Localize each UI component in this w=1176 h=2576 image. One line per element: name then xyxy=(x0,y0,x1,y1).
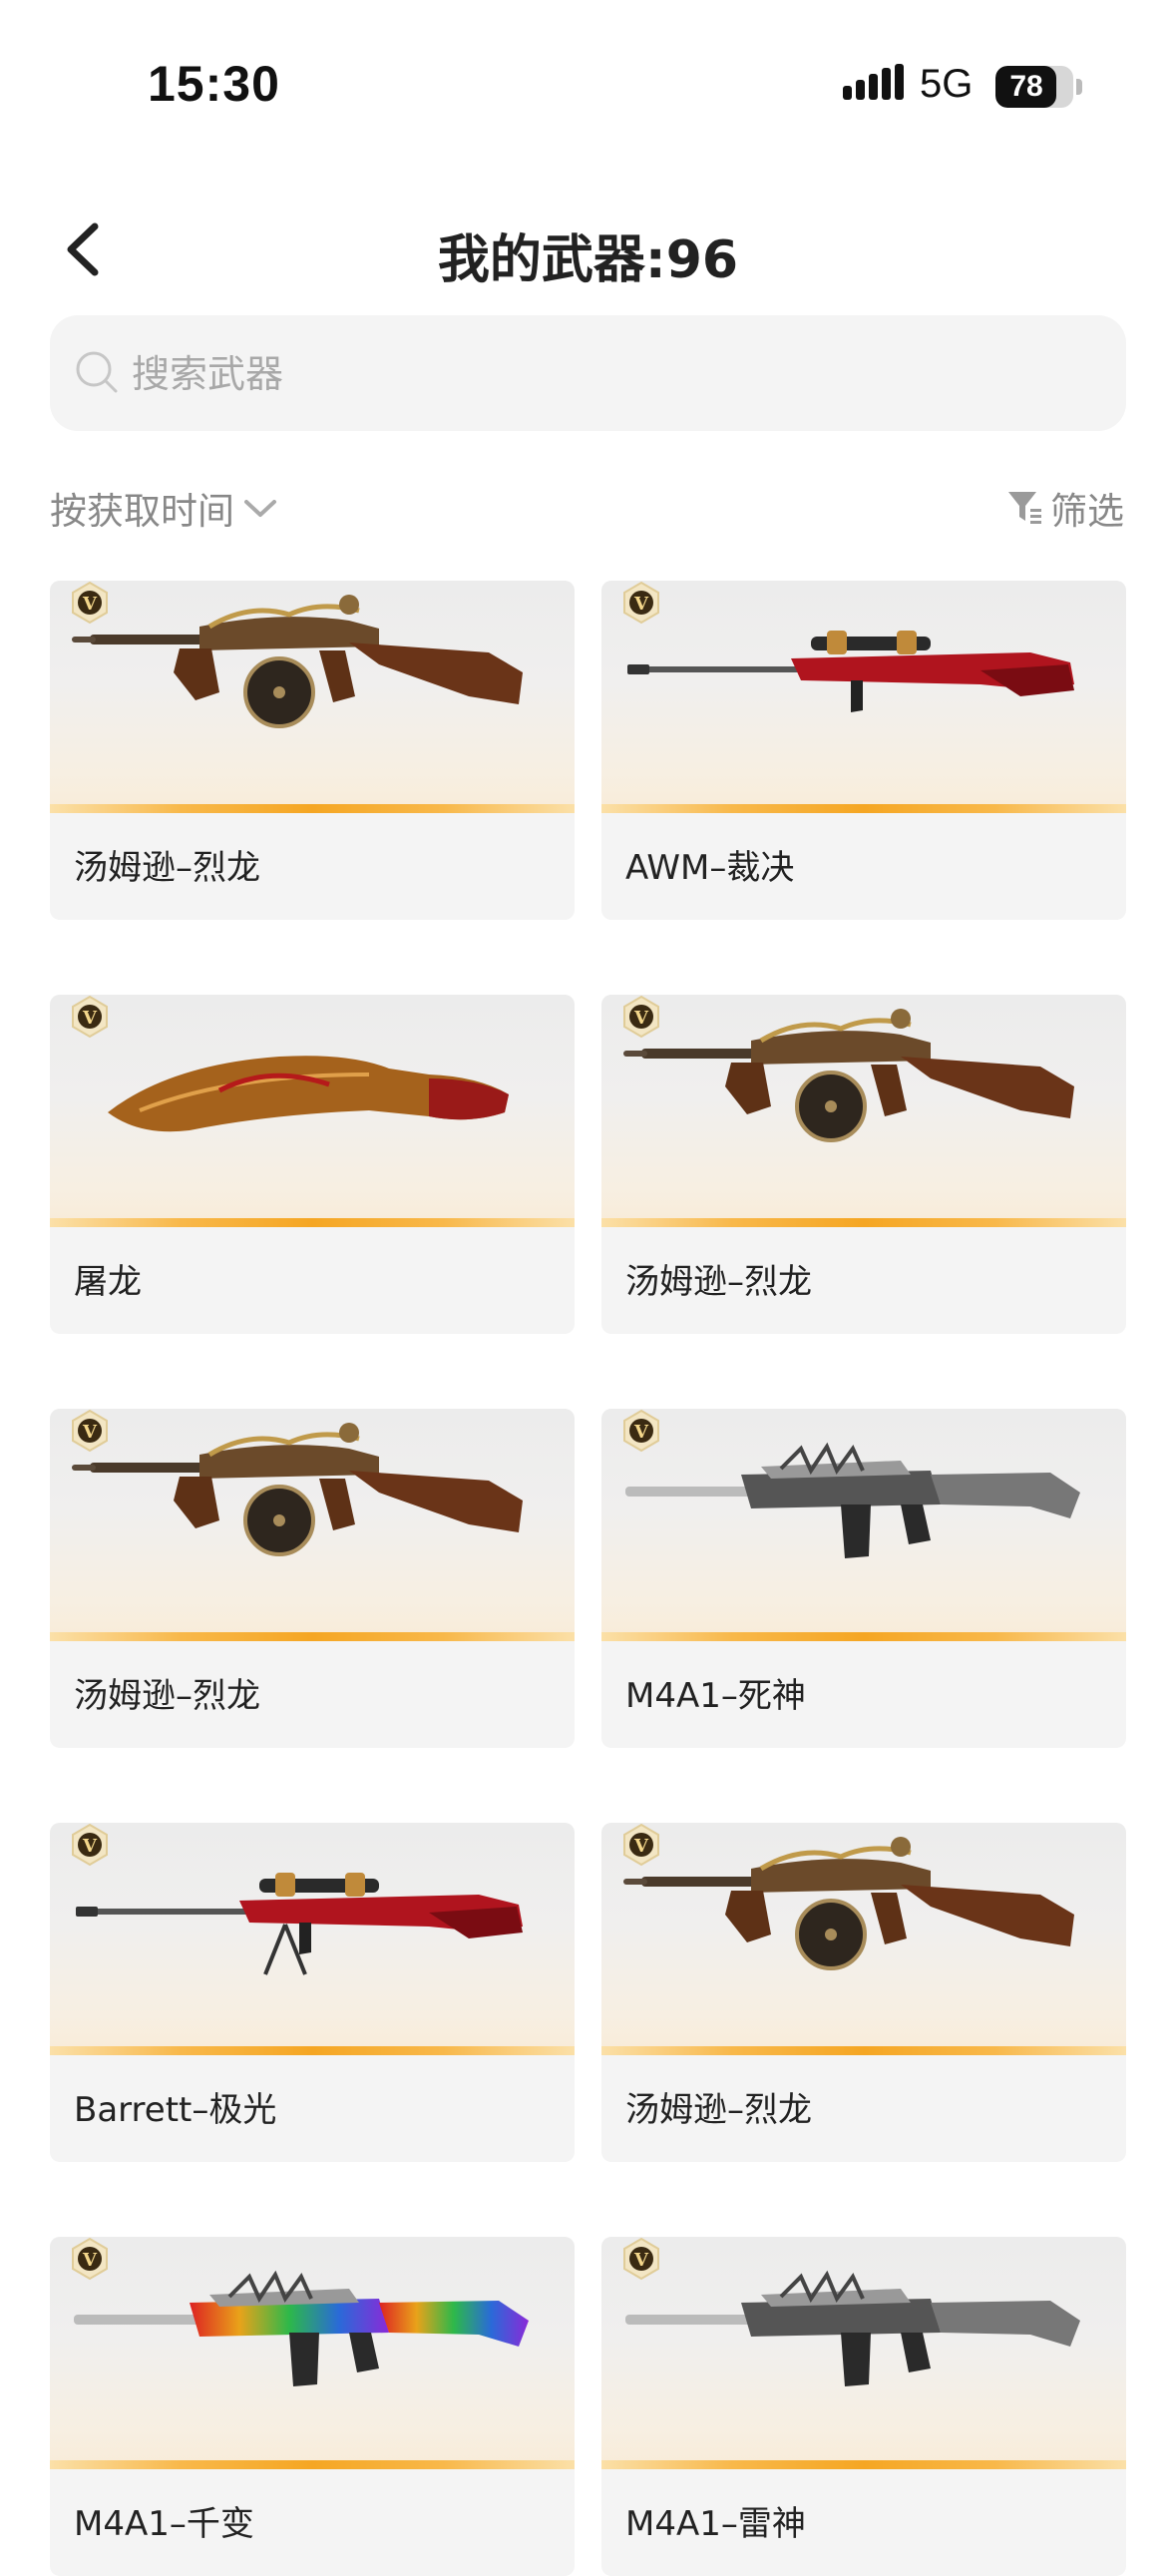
search-input[interactable] xyxy=(130,315,1091,433)
weapon-3-image xyxy=(623,1009,1074,1142)
weapon-1-image xyxy=(627,631,1074,712)
search-icon xyxy=(76,351,118,393)
filter-icon xyxy=(1008,492,1041,524)
weapon-name: 汤姆逊–烈龙 xyxy=(74,1676,260,1716)
weapon-card[interactable]: V 屠龙 xyxy=(50,995,575,1334)
weapon-name: 汤姆逊–烈龙 xyxy=(625,1262,812,1302)
weapon-card[interactable]: V Barrett–极光 xyxy=(50,1823,575,2162)
weapon-card[interactable]: V 汤姆逊–烈龙 xyxy=(50,1409,575,1748)
filter-button[interactable]: 筛选 xyxy=(1006,481,1124,535)
weapon-name: Barrett–极光 xyxy=(74,2090,277,2130)
status-bar: 15:30 5G 78 xyxy=(0,0,1176,150)
battery-icon: 78 xyxy=(995,66,1073,108)
weapon-card[interactable]: V M4A1–死神 xyxy=(601,1409,1126,1748)
weapon-name: M4A1–千变 xyxy=(74,2504,254,2544)
network-type: 5G xyxy=(920,62,974,106)
page-title: 我的武器:96 xyxy=(437,230,739,290)
weapon-card[interactable]: V 汤姆逊–烈龙 xyxy=(50,581,575,920)
sort-dropdown[interactable]: 按获取时间 xyxy=(50,481,278,535)
weapon-card[interactable]: V M4A1–千变 xyxy=(50,2237,575,2576)
weapon-9-image xyxy=(625,2270,1080,2386)
weapon-name: 汤姆逊–烈龙 xyxy=(74,848,260,888)
cellular-signal-icon xyxy=(843,64,904,100)
battery-percent: 78 xyxy=(1009,70,1043,103)
weapon-6-image xyxy=(76,1873,523,1975)
nav-bar: 我的武器:96 xyxy=(0,190,1176,309)
search-bar[interactable] xyxy=(50,315,1126,433)
weapon-card[interactable]: V AWM–裁决 xyxy=(601,581,1126,920)
weapon-card[interactable]: V M4A1–雷神 xyxy=(601,2237,1126,2576)
weapon-7-image xyxy=(623,1837,1074,1970)
weapon-name: AWM–裁决 xyxy=(625,848,795,888)
sort-label: 按获取时间 xyxy=(50,490,234,533)
weapon-4-image xyxy=(72,1423,523,1556)
weapon-0-image xyxy=(72,595,523,728)
weapon-card[interactable]: V 汤姆逊–烈龙 xyxy=(601,1823,1126,2162)
weapon-2-image xyxy=(108,1056,509,1132)
status-time: 15:30 xyxy=(148,56,280,112)
filter-label: 筛选 xyxy=(1050,490,1124,533)
weapon-name: M4A1–雷神 xyxy=(625,2504,806,2544)
weapon-name: M4A1–死神 xyxy=(625,1676,806,1716)
weapon-5-image xyxy=(625,1442,1080,1558)
weapon-name: 汤姆逊–烈龙 xyxy=(625,2090,812,2130)
battery-cap xyxy=(1076,79,1082,95)
weapon-8-image xyxy=(74,2270,529,2386)
weapon-name: 屠龙 xyxy=(74,1262,142,1302)
chevron-down-icon xyxy=(244,500,276,517)
weapon-card[interactable]: V 汤姆逊–烈龙 xyxy=(601,995,1126,1334)
